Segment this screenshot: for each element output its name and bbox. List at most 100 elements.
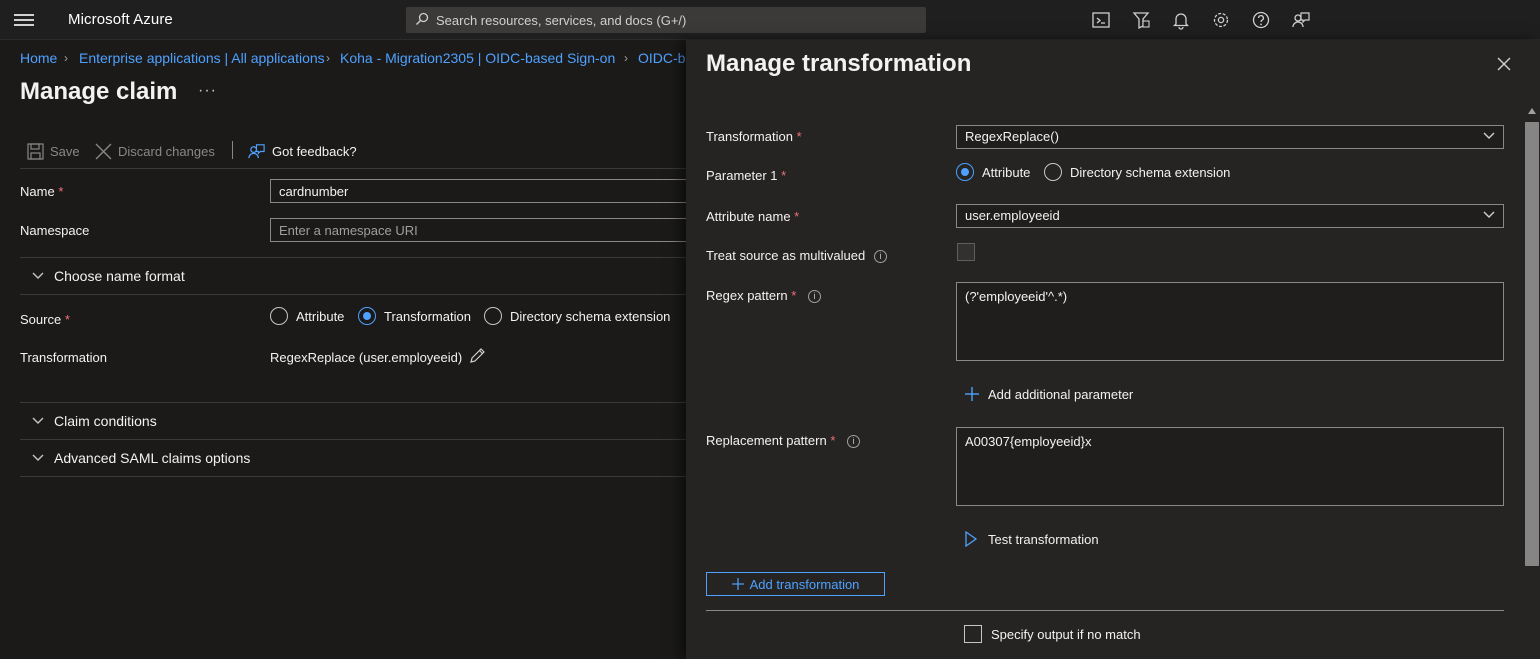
- specify-output-label: Specify output if no match: [991, 627, 1141, 642]
- chevron-down-icon: [1483, 211, 1495, 218]
- scrollbar-thumb[interactable]: [1525, 122, 1539, 566]
- label-text: Attribute name: [706, 209, 791, 224]
- radio-label: Attribute: [296, 308, 345, 324]
- choose-name-format-label: Choose name format: [54, 268, 185, 284]
- add-transformation-button[interactable]: Add transformation: [706, 572, 885, 596]
- help-icon[interactable]: [1251, 10, 1271, 30]
- feedback-icon[interactable]: [1291, 10, 1311, 30]
- name-input[interactable]: [270, 179, 690, 203]
- feedback-icon: [248, 143, 265, 158]
- add-additional-parameter-button[interactable]: Add additional parameter: [964, 386, 1133, 402]
- required-marker: *: [58, 184, 64, 199]
- panel-transformation-label: Transformation *: [706, 129, 802, 144]
- dropdown-value: user.employeeid: [965, 208, 1060, 223]
- divider: [20, 257, 686, 258]
- info-icon[interactable]: i: [847, 435, 860, 448]
- name-label: Name *: [20, 184, 63, 199]
- search-input[interactable]: [436, 7, 916, 33]
- name-label-text: Name: [20, 184, 55, 199]
- search-box[interactable]: [406, 7, 926, 33]
- required-marker: *: [64, 312, 70, 327]
- required-marker: *: [796, 129, 802, 144]
- add-param-label: Add additional parameter: [988, 386, 1134, 402]
- radio-label: Directory schema extension: [1070, 164, 1231, 180]
- required-marker: *: [781, 168, 787, 183]
- source-radio-transformation[interactable]: Transformation: [358, 307, 471, 325]
- claim-conditions-toggle[interactable]: Claim conditions: [32, 413, 157, 429]
- required-marker: *: [791, 288, 797, 303]
- page-title: Manage claim: [20, 78, 178, 105]
- attribute-name-dropdown[interactable]: user.employeeid: [956, 204, 1504, 228]
- play-icon: [965, 531, 978, 547]
- add-icon: [965, 387, 979, 401]
- claim-conditions-label: Claim conditions: [54, 413, 157, 429]
- notifications-icon[interactable]: [1171, 10, 1191, 30]
- parameter1-radio-directory-schema[interactable]: Directory schema extension: [1044, 163, 1230, 181]
- close-icon[interactable]: [1495, 55, 1513, 73]
- radio-circle: [270, 307, 288, 325]
- menu-icon[interactable]: [14, 11, 34, 29]
- parameter1-label: Parameter 1 *: [706, 168, 786, 183]
- chevron-right-icon: ›: [624, 51, 628, 65]
- radio-label: Transformation: [384, 308, 471, 324]
- brand-title[interactable]: Microsoft Azure: [68, 11, 173, 28]
- divider: [20, 402, 686, 403]
- scroll-up-arrow-icon[interactable]: [1527, 107, 1537, 115]
- info-icon[interactable]: i: [874, 250, 887, 263]
- chevron-down-icon: [32, 272, 44, 279]
- namespace-input[interactable]: [270, 218, 690, 242]
- info-icon[interactable]: i: [808, 290, 821, 303]
- source-radio-directory-schema[interactable]: Directory schema extension: [484, 307, 670, 325]
- directory-filter-icon[interactable]: [1131, 10, 1151, 30]
- breadcrumb-enterprise-apps[interactable]: Enterprise applications | All applicatio…: [79, 50, 325, 66]
- search-icon: [416, 12, 429, 25]
- treat-multivalued-checkbox[interactable]: [957, 243, 975, 261]
- replacement-pattern-textarea[interactable]: A00307{employeeid}x: [956, 427, 1504, 506]
- dropdown-value: RegexReplace(): [965, 129, 1059, 144]
- cloud-shell-icon[interactable]: [1091, 10, 1111, 30]
- namespace-label: Namespace: [20, 223, 90, 238]
- breadcrumb-home[interactable]: Home: [20, 50, 57, 66]
- radio-circle-selected: [956, 163, 974, 181]
- breadcrumb-oidc[interactable]: OIDC-b: [638, 50, 685, 66]
- save-label: Save: [50, 143, 80, 159]
- close-icon: [95, 143, 112, 159]
- add-icon: [731, 578, 744, 590]
- radio-label: Attribute: [982, 164, 1031, 180]
- label-text: Transformation: [706, 129, 793, 144]
- breadcrumb-koha-app[interactable]: Koha - Migration2305 | OIDC-based Sign-o…: [340, 50, 615, 66]
- specify-output-checkbox[interactable]: [964, 625, 982, 643]
- required-marker: *: [794, 209, 800, 224]
- more-options-icon[interactable]: ···: [198, 82, 217, 100]
- test-transformation-button[interactable]: Test transformation: [964, 531, 1099, 547]
- treat-multivalued-label: Treat source as multivalued: [706, 248, 866, 263]
- chevron-right-icon: ›: [326, 51, 330, 65]
- transformation-label: Transformation: [20, 350, 107, 365]
- got-feedback-button[interactable]: Got feedback?: [247, 141, 357, 161]
- replacement-pattern-label: Replacement pattern *: [706, 433, 835, 448]
- divider: [20, 439, 686, 440]
- chevron-down-icon: [1483, 132, 1495, 139]
- feedback-label: Got feedback?: [272, 143, 357, 159]
- regex-pattern-textarea[interactable]: (?'employeeid'^.*): [956, 282, 1504, 361]
- edit-pencil-icon[interactable]: [468, 347, 486, 365]
- panel-title: Manage transformation: [706, 50, 972, 77]
- discard-label: Discard changes: [118, 143, 215, 159]
- transformation-value: RegexReplace (user.employeeid): [270, 350, 463, 365]
- save-button[interactable]: Save: [27, 141, 80, 161]
- parameter1-radio-attribute[interactable]: Attribute: [956, 163, 1030, 181]
- label-text: Regex pattern: [706, 288, 788, 303]
- save-icon: [27, 142, 44, 160]
- choose-name-format-toggle[interactable]: Choose name format: [32, 268, 185, 284]
- settings-icon[interactable]: [1211, 10, 1231, 30]
- discard-changes-button[interactable]: Discard changes: [95, 141, 215, 161]
- advanced-saml-toggle[interactable]: Advanced SAML claims options: [32, 450, 250, 466]
- chevron-down-icon: [32, 454, 44, 461]
- divider: [20, 168, 686, 169]
- source-radio-attribute[interactable]: Attribute: [270, 307, 344, 325]
- transformation-dropdown[interactable]: RegexReplace(): [956, 125, 1504, 149]
- divider: [706, 610, 1504, 611]
- radio-circle: [484, 307, 502, 325]
- attribute-name-label: Attribute name *: [706, 209, 799, 224]
- regex-pattern-label: Regex pattern *: [706, 288, 796, 303]
